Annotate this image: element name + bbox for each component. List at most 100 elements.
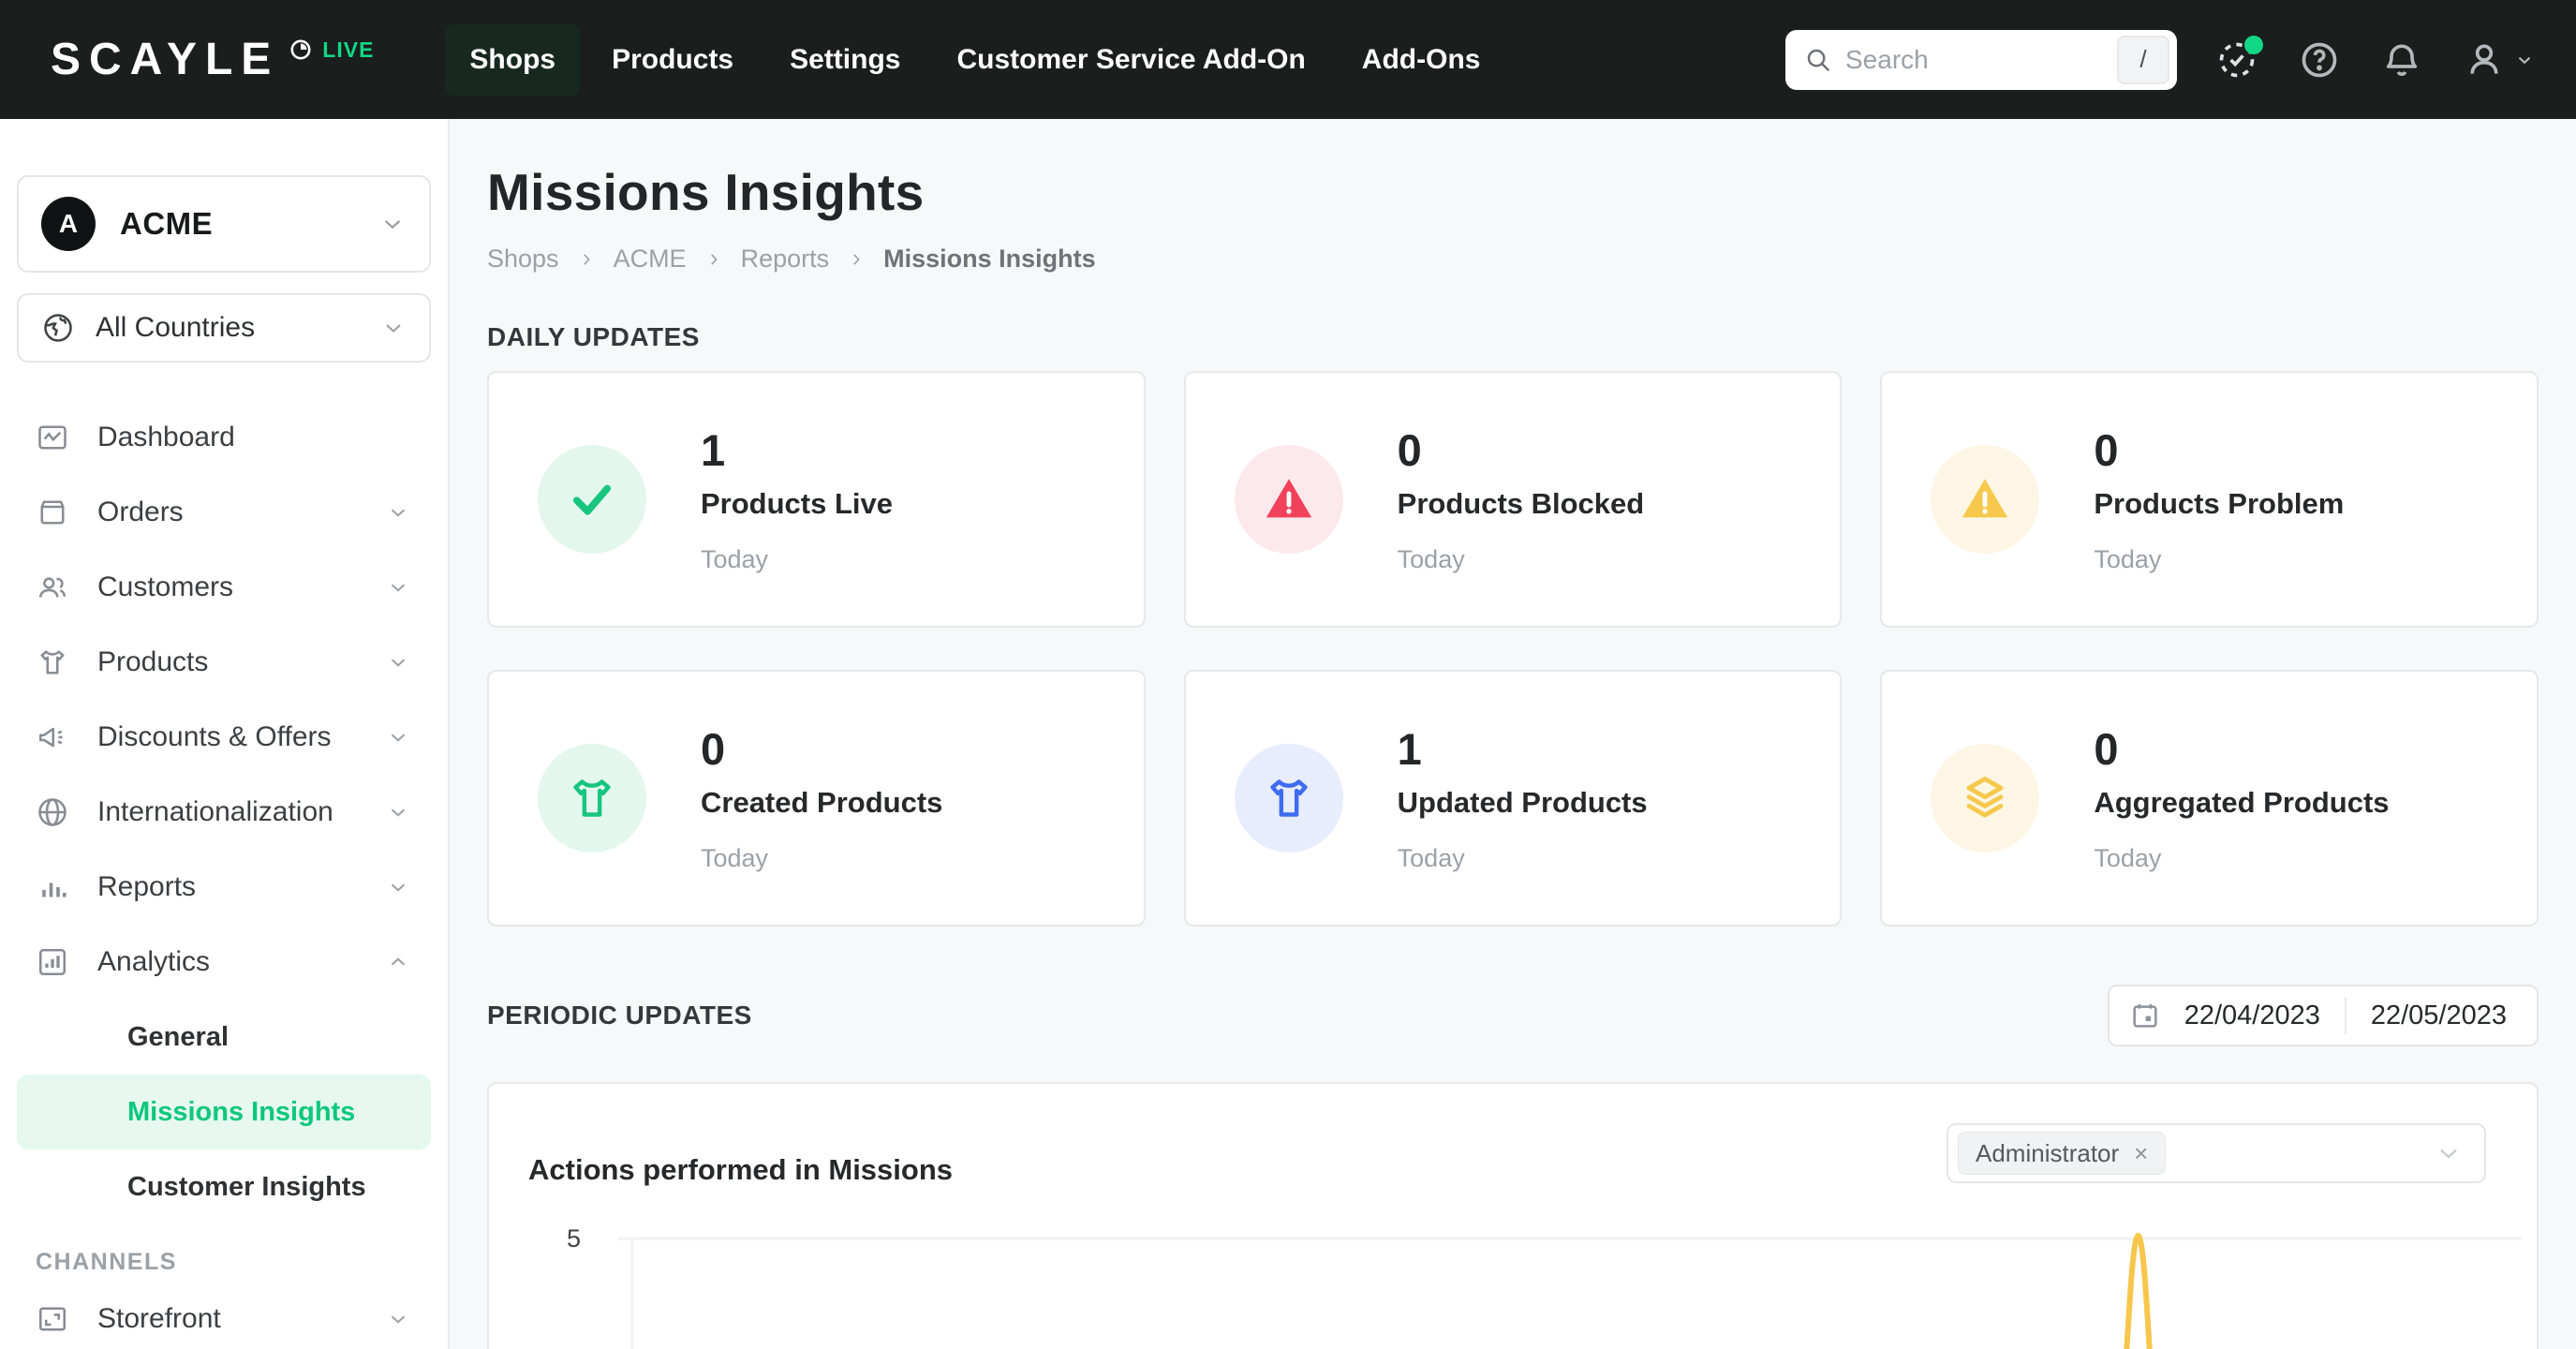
chevron-down-icon [386, 575, 410, 600]
sidebar-item-label: Internationalization [97, 796, 333, 827]
search-icon [1804, 46, 1832, 74]
main-content[interactable]: Missions Insights Shops ACME Reports Mis… [450, 119, 2576, 1349]
chevron-down-icon [2514, 50, 2535, 70]
sidebar-item-label: Products [97, 646, 209, 677]
status-dot [2244, 35, 2263, 54]
card-updated-products: 1 Updated Products Today [1183, 670, 1843, 927]
card-label: Products Live [701, 487, 893, 520]
sidebar-item-discounts-offers[interactable]: Discounts & Offers [17, 700, 431, 775]
chevron-right-icon [578, 251, 595, 268]
chevron-down-icon [378, 210, 407, 238]
customers-icon [36, 571, 69, 604]
card-caption: Today [1397, 545, 1465, 573]
calendar-icon [2130, 1001, 2160, 1030]
line-chart [618, 1232, 2522, 1349]
nav-customer-service-add-on[interactable]: Customer Service Add-On [932, 24, 1329, 96]
sidebar-item-reports[interactable]: Reports [17, 850, 431, 925]
chevron-down-icon [2434, 1138, 2464, 1168]
nav-products[interactable]: Products [587, 24, 758, 96]
sidebar-item-storefront[interactable]: Storefront [17, 1282, 431, 1349]
nav-settings[interactable]: Settings [765, 24, 925, 96]
sidebar-item-dashboard[interactable]: Dashboard [17, 400, 431, 475]
channels-menu: Storefront [17, 1282, 431, 1349]
sidebar-item-label: Orders [97, 497, 184, 527]
sidebar-menu: Dashboard Orders Customers Products Disc… [17, 400, 431, 1224]
chevron-down-icon [386, 875, 410, 899]
card-label: Products Problem [2094, 487, 2345, 520]
top-navigation: Shops Products Settings Customer Service… [445, 23, 1512, 96]
date-range-picker[interactable]: 22/04/2023 22/05/2023 [2107, 985, 2539, 1046]
card-label: Updated Products [1397, 786, 1648, 819]
warning-triangle-icon [1931, 445, 2040, 554]
sidebar-item-general[interactable]: General [17, 1000, 431, 1075]
breadcrumb-acme[interactable]: ACME [614, 245, 687, 274]
card-products-problem: 0 Products Problem Today [1880, 371, 2539, 628]
timer-icon [289, 37, 313, 62]
check-circle-icon [538, 445, 646, 554]
card-value: 1 [701, 425, 726, 475]
globe-icon [36, 795, 69, 829]
scayle-logo: SCAYLE [51, 34, 280, 84]
channels-section-label: CHANNELS [36, 1249, 177, 1275]
card-caption: Today [701, 844, 769, 872]
sidebar-item-missions-insights[interactable]: Missions Insights [17, 1075, 431, 1149]
breadcrumb-reports[interactable]: Reports [741, 245, 830, 274]
brand[interactable]: SCAYLE LIVE [51, 24, 374, 96]
help-icon[interactable] [2299, 39, 2340, 81]
card-caption: Today [2094, 545, 2162, 573]
chevron-down-icon [386, 725, 410, 749]
chevron-down-icon [386, 650, 410, 674]
sidebar-item-products[interactable]: Products [17, 625, 431, 700]
sidebar-item-label: Dashboard [97, 422, 235, 452]
sidebar-item-orders[interactable]: Orders [17, 475, 431, 550]
account-menu[interactable] [2464, 39, 2535, 81]
environment-badge: LIVE [289, 37, 374, 63]
chevron-down-icon [386, 1307, 410, 1331]
country-label: All Countries [96, 312, 256, 343]
sidebar-item-label: Customers [97, 571, 234, 602]
account-icon [2464, 39, 2505, 81]
bar-chart-icon [36, 870, 69, 904]
tshirt-icon [538, 744, 646, 852]
filter-tag-administrator: Administrator × [1958, 1132, 2167, 1175]
card-label: Created Products [701, 786, 943, 819]
sidebar-item-analytics[interactable]: Analytics [17, 925, 431, 1000]
country-selector[interactable]: All Countries [17, 293, 431, 363]
tshirt-icon [1234, 744, 1343, 852]
shop-avatar: A [41, 197, 96, 251]
card-value: 0 [1397, 425, 1422, 475]
global-search[interactable]: / [1785, 29, 2177, 90]
layers-icon [1931, 744, 2040, 852]
topbar-icon-group [2216, 35, 2535, 81]
card-value: 0 [701, 724, 726, 774]
globe-icon [41, 311, 75, 345]
topbar: SCAYLE LIVE Shops Products Settings Cust… [0, 0, 2576, 119]
search-input[interactable] [1845, 44, 2117, 75]
card-caption: Today [1397, 844, 1465, 872]
card-value: 0 [2094, 425, 2119, 475]
breadcrumb-shops[interactable]: Shops [487, 245, 559, 274]
user-filter-select[interactable]: Administrator × [1947, 1123, 2486, 1183]
notifications-icon[interactable] [2381, 39, 2422, 81]
alert-triangle-icon [1234, 445, 1343, 554]
card-caption: Today [2094, 844, 2162, 872]
sidebar-item-customers[interactable]: Customers [17, 550, 431, 625]
sidebar-item-label: Analytics [97, 946, 211, 977]
breadcrumb: Shops ACME Reports Missions Insights [487, 245, 2539, 274]
shop-selector[interactable]: A ACME [17, 175, 431, 273]
sidebar-item-label: Reports [97, 871, 197, 902]
sidebar-item-internationalization[interactable]: Internationalization [17, 775, 431, 850]
date-to[interactable]: 22/05/2023 [2344, 997, 2531, 1034]
chevron-down-icon [386, 800, 410, 824]
tasks-status-icon[interactable] [2216, 35, 2263, 81]
card-value: 0 [2094, 724, 2119, 774]
close-icon[interactable]: × [2134, 1141, 2148, 1165]
date-from[interactable]: 22/04/2023 [2160, 997, 2345, 1034]
card-products-blocked: 0 Products Blocked Today [1183, 371, 1843, 628]
actions-chart-card: Actions performed in Missions Administra… [487, 1082, 2539, 1349]
nav-shops[interactable]: Shops [445, 23, 581, 96]
chevron-down-icon [380, 315, 407, 341]
sidebar-item-customer-insights[interactable]: Customer Insights [17, 1149, 431, 1224]
nav-add-ons[interactable]: Add-Ons [1338, 24, 1505, 96]
card-label: Aggregated Products [2094, 786, 2390, 819]
